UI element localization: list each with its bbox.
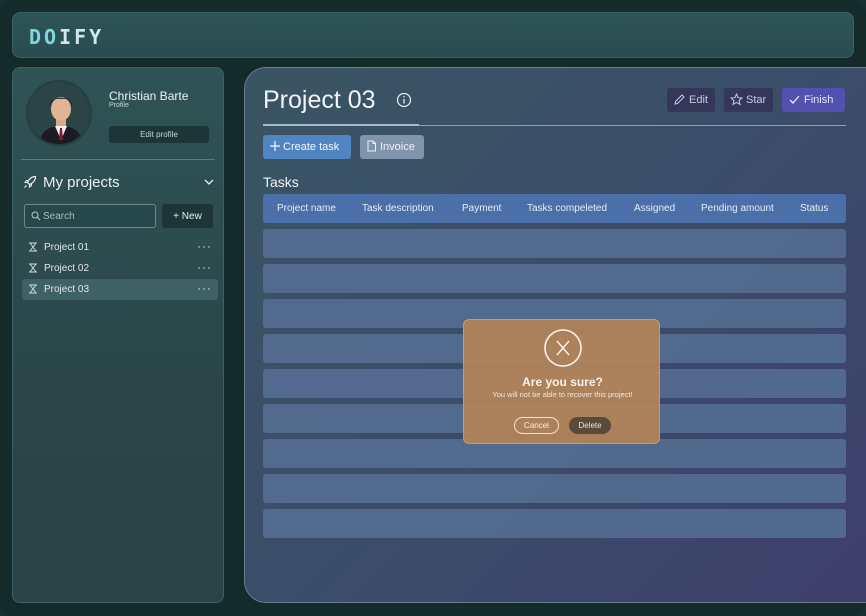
invoice-button[interactable]: Invoice <box>360 135 424 159</box>
app-logo: DOIFY <box>29 25 105 49</box>
tasks-table-header: Project name Task description Payment Ta… <box>263 194 846 223</box>
person-portrait-icon <box>28 82 90 144</box>
table-row[interactable] <box>263 474 846 503</box>
top-bar: DOIFY <box>12 12 854 58</box>
info-icon[interactable] <box>396 92 412 108</box>
sidebar: Christian Barte Profile Edit profile My … <box>12 67 224 603</box>
star-icon <box>730 93 743 106</box>
hourglass-icon <box>29 263 37 273</box>
hourglass-icon <box>29 242 37 252</box>
tasks-heading: Tasks <box>263 174 299 190</box>
project-item-02[interactable]: Project 02 ··· <box>22 258 218 279</box>
finish-button[interactable]: Finish <box>782 88 845 112</box>
star-button[interactable]: Star <box>724 88 773 112</box>
star-label: Star <box>746 94 767 106</box>
title-underline-active <box>263 124 419 126</box>
cancel-button[interactable]: Cancel <box>514 417 559 434</box>
rocket-icon <box>23 175 37 189</box>
projects-title: My projects <box>43 174 120 191</box>
column-header[interactable]: Task description <box>362 203 434 214</box>
project-item-label: Project 01 <box>44 242 90 253</box>
column-header[interactable]: Status <box>800 203 828 214</box>
projects-header[interactable]: My projects <box>23 173 215 193</box>
column-header[interactable]: Pending amount <box>701 203 774 214</box>
close-circle-icon <box>544 329 582 367</box>
profile-subtitle: Profile <box>109 102 129 109</box>
new-label: New <box>181 210 202 222</box>
project-item-03[interactable]: Project 03 ··· <box>22 279 218 300</box>
search-input[interactable] <box>43 208 151 224</box>
finish-label: Finish <box>804 94 834 106</box>
search-icon <box>31 211 41 221</box>
sidebar-divider <box>21 159 215 160</box>
document-icon <box>367 140 376 152</box>
column-header[interactable]: Project name <box>277 203 336 214</box>
create-task-button[interactable]: Create task <box>263 135 351 159</box>
confirm-dialog: Are you sure? You will not be able to re… <box>463 319 660 444</box>
avatar <box>26 80 92 146</box>
column-header[interactable]: Tasks compeleted <box>527 203 607 214</box>
dialog-title: Are you sure? <box>522 375 603 389</box>
project-item-01[interactable]: Project 01 ··· <box>22 237 218 258</box>
more-options-icon[interactable]: ··· <box>197 281 212 295</box>
pencil-icon <box>674 94 685 105</box>
column-header[interactable]: Payment <box>462 203 501 214</box>
table-row[interactable] <box>263 229 846 258</box>
plus-icon <box>270 141 280 151</box>
dialog-message: You will not be able to recover this pro… <box>492 390 633 399</box>
edit-button[interactable]: Edit <box>667 88 715 112</box>
page-title: Project 03 <box>263 86 376 114</box>
checkmark-icon <box>789 95 800 104</box>
hourglass-icon <box>29 284 37 294</box>
plus-icon: + <box>173 210 180 222</box>
app-window: DOIFY Christian Barte Profile Edit profi… <box>0 0 866 616</box>
more-options-icon[interactable]: ··· <box>197 239 212 253</box>
project-item-label: Project 03 <box>44 284 90 295</box>
table-row[interactable] <box>263 264 846 293</box>
column-header[interactable]: Assigned <box>634 203 675 214</box>
more-options-icon[interactable]: ··· <box>197 260 212 274</box>
project-item-label: Project 02 <box>44 263 90 274</box>
project-list: Project 01 ··· Project 02 ··· Project 03… <box>22 237 218 300</box>
profile-name: Christian Barte <box>109 89 189 103</box>
new-project-button[interactable]: + New <box>162 204 213 228</box>
search-box[interactable] <box>24 204 156 228</box>
create-task-label: Create task <box>283 141 340 153</box>
table-row[interactable] <box>263 509 846 538</box>
edit-label: Edit <box>689 94 708 106</box>
edit-profile-button[interactable]: Edit profile <box>109 126 209 143</box>
chevron-down-icon[interactable] <box>203 176 215 188</box>
invoice-label: Invoice <box>380 141 415 153</box>
delete-button[interactable]: Delete <box>569 417 611 434</box>
